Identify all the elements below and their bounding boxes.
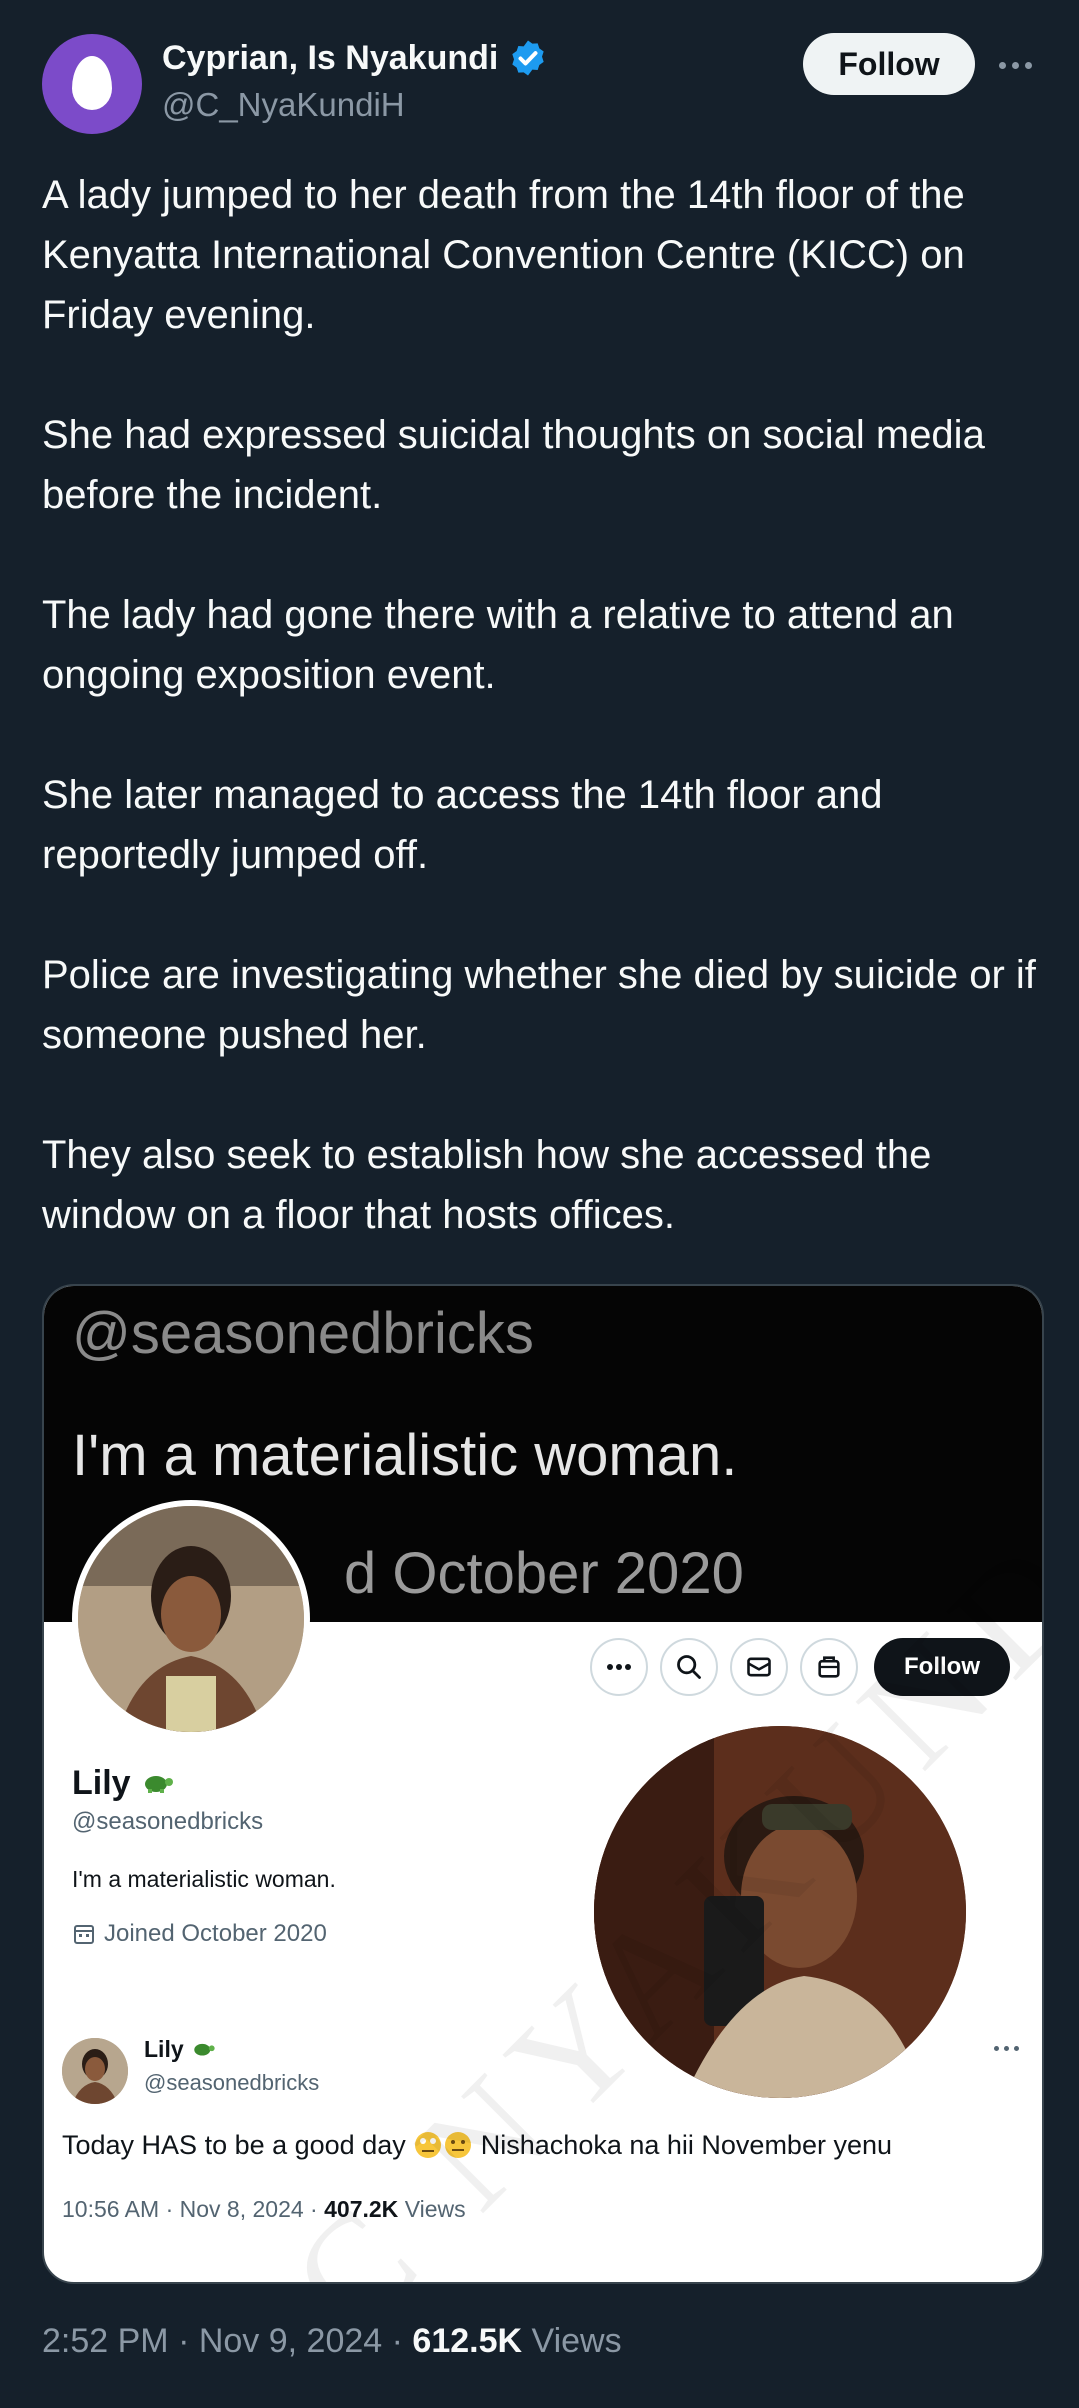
tweet-media-image[interactable]: @seasonedbricks I'm a materialistic woma… [42,1284,1044,2284]
tweet-paragraph: A lady jumped to her death from the 14th… [42,173,965,337]
author-name-row: Cyprian, Is Nyakundi [162,38,548,78]
profile-handle: @seasonedbricks [72,1808,264,1835]
tweet-paragraph: She later managed to access the 14th flo… [42,773,883,877]
post-author-name: Lily [144,2036,216,2063]
tweet-paragraph: She had expressed suicidal thoughts on s… [42,413,985,517]
banner-joined: d October 2020 [344,1541,744,1606]
person-photo-icon [78,1506,304,1732]
search-button[interactable] [660,1638,718,1696]
message-button[interactable] [730,1638,788,1696]
banner-handle: @seasonedbricks [72,1301,534,1366]
tweet-date[interactable]: Nov 9, 2024 [199,2322,382,2360]
verified-badge-icon [512,40,544,76]
profile-joined: Joined October 2020 [72,1920,327,1948]
author-display-name[interactable]: Cyprian, Is Nyakundi [162,39,498,78]
post-author-avatar [62,2038,128,2104]
post-author-name-text: Lily [144,2036,184,2062]
profile-joined-text: Joined October 2020 [104,1920,327,1947]
post-time: 10:56 AM [62,2196,160,2222]
calendar-icon [74,1925,94,1944]
tweet-header: Cyprian, Is Nyakundi @C_NyaKundiH Follow [0,0,1079,150]
banner-bio: I'm a materialistic woman. [72,1423,738,1488]
more-horizontal-icon[interactable] [990,40,1040,90]
tweet-meta: 2:52 PM · Nov 9, 2024 · 612.5K Views [42,2322,622,2360]
tweet-paragraph: The lady had gone there with a relative … [42,593,954,697]
author-avatar[interactable] [42,34,142,134]
turtle-emoji-icon [145,1776,174,1793]
lily-profile-photo [72,1500,310,1738]
tweet-paragraph: They also seek to establish how she acce… [42,1133,932,1237]
tweet-views-label: Views [531,2322,622,2360]
tweet-text: A lady jumped to her death from the 14th… [42,165,1042,1305]
envelope-icon [747,1657,771,1677]
post-author-handle: @seasonedbricks [144,2070,320,2095]
tweet-paragraph: Police are investigating whether she die… [42,953,1036,1057]
search-icon [677,1655,701,1679]
tweet-views-count[interactable]: 612.5K [412,2322,522,2360]
profile-name: Lily [72,1764,174,1803]
more-horizontal-icon [607,1664,631,1670]
turtle-emoji-icon [194,2043,215,2056]
author-handle[interactable]: @C_NyaKundiH [162,86,405,124]
tweet-time[interactable]: 2:52 PM [42,2322,169,2360]
default-avatar-egg-icon [72,56,112,110]
person-photo-icon [62,2038,128,2104]
follow-button[interactable]: Follow [803,33,975,95]
profile-bio: I'm a materialistic woman. [72,1866,336,1892]
more-horizontal-icon [994,2046,1019,2051]
profile-name-text: Lily [72,1764,131,1802]
more-options-button[interactable] [590,1638,648,1696]
